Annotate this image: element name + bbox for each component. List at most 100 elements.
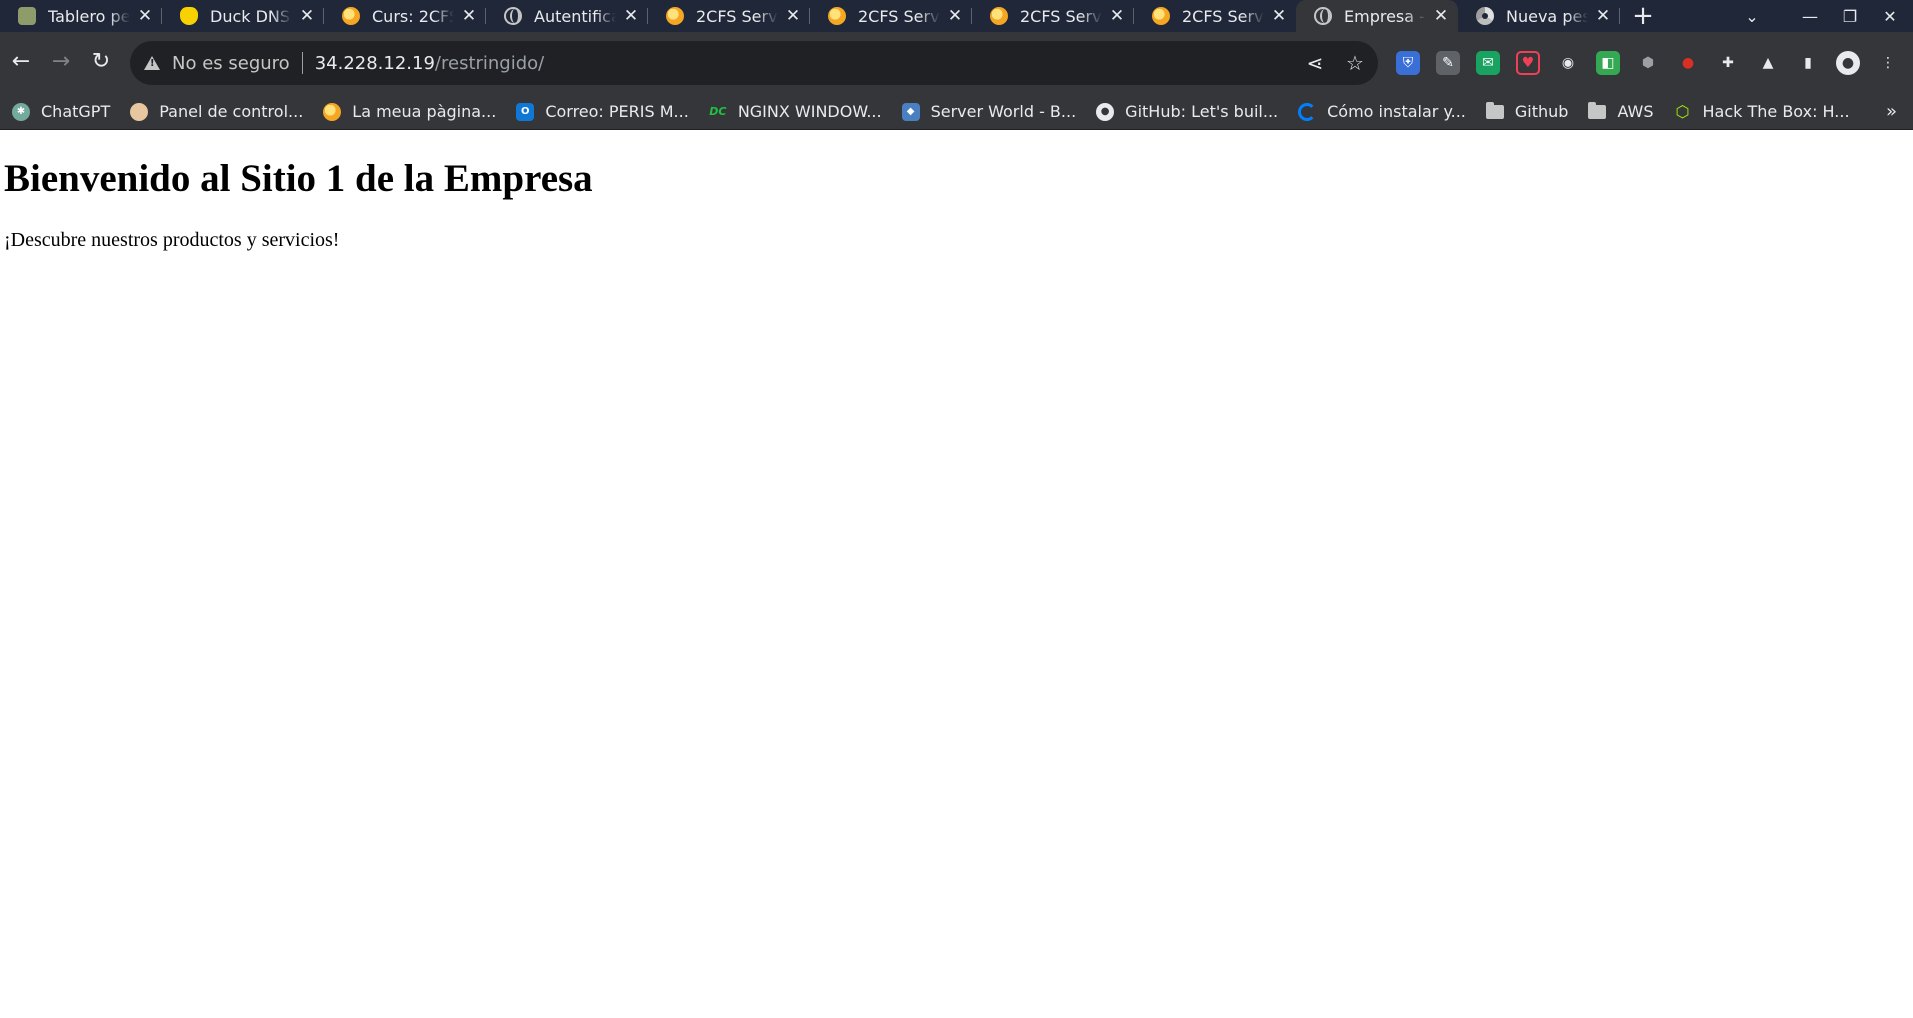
digitalocean-icon	[1298, 102, 1317, 121]
close-icon[interactable]: ✕	[298, 6, 316, 26]
tab-search-icon[interactable]: ⌄	[1732, 0, 1772, 32]
tab-strip: Tablero personal ✕ Duck DNS ✕ Curs: 2CFS…	[0, 0, 1913, 32]
extension-mail-icon[interactable]: ✉	[1476, 51, 1500, 75]
close-icon[interactable]: ✕	[946, 6, 964, 26]
close-icon[interactable]: ✕	[1108, 6, 1126, 26]
extension-pocket-icon[interactable]: ♥	[1516, 51, 1540, 75]
tab-2cfs-2[interactable]: 2CFS Servidors ✕	[810, 0, 972, 32]
tab-duckdns[interactable]: Duck DNS ✕	[162, 0, 324, 32]
bookmark-label: Hack The Box: H...	[1702, 102, 1850, 121]
moodle-icon	[342, 7, 360, 25]
bookmark-label: Server World - B...	[930, 102, 1077, 121]
bookmark-panel-control[interactable]: Panel de control...	[130, 102, 303, 121]
close-icon[interactable]: ✕	[622, 6, 640, 26]
menu-kebab-icon[interactable]: ⋮	[1876, 51, 1900, 75]
side-panel-icon[interactable]: ▮	[1796, 51, 1820, 75]
toolbar: ← → ↻ No es seguro 34.228.12.19/restring…	[0, 32, 1913, 94]
tab-2cfs-3[interactable]: 2CFS Servidors ✕	[972, 0, 1134, 32]
reload-button[interactable]: ↻	[84, 44, 118, 78]
extensions-puzzle-icon[interactable]: ✚	[1716, 51, 1740, 75]
tab-2cfs-1[interactable]: 2CFS Servidors ✕	[648, 0, 810, 32]
dc-icon: DC	[709, 105, 727, 118]
moodle-icon	[828, 7, 846, 25]
bookmark-folder-aws[interactable]: AWS	[1588, 101, 1654, 121]
url-path[interactable]: /restringido/	[435, 53, 544, 74]
moodle-icon	[990, 7, 1008, 25]
folder-icon	[1588, 101, 1607, 119]
bookmark-github[interactable]: ● GitHub: Let's buil...	[1096, 102, 1278, 121]
chatgpt-icon: ✱	[12, 102, 30, 121]
forward-button[interactable]: →	[44, 44, 78, 78]
new-tab-button[interactable]: +	[1628, 1, 1658, 31]
tab-title: Tablero personal	[48, 6, 130, 26]
bookmark-meua-pagina[interactable]: La meua pàgina...	[323, 102, 496, 121]
restore-icon[interactable]: ❐	[1830, 0, 1870, 32]
extension-bulb-icon[interactable]: ◉	[1556, 51, 1580, 75]
bookmark-label: NGINX WINDOW...	[737, 102, 882, 121]
labs-flask-icon[interactable]: ▲	[1756, 51, 1780, 75]
bookmarks-bar: ✱ ChatGPT Panel de control... La meua pà…	[0, 94, 1913, 130]
bookmark-label: AWS	[1617, 102, 1654, 121]
close-window-icon[interactable]: ✕	[1870, 0, 1910, 32]
extension-green-icon[interactable]: ◧	[1596, 51, 1620, 75]
moodle-icon	[323, 102, 342, 121]
moodle-icon	[666, 7, 684, 25]
bookmark-como-instalar[interactable]: Cómo instalar y...	[1298, 102, 1466, 121]
serverworld-icon: ◆	[901, 102, 920, 121]
cow-icon	[18, 7, 36, 25]
avatar-icon	[130, 102, 149, 121]
security-label[interactable]: No es seguro	[172, 53, 290, 74]
address-bar[interactable]: No es seguro 34.228.12.19/restringido/ ⋖…	[130, 41, 1378, 85]
tab-title: Autentificació	[534, 6, 616, 26]
bookmark-label: GitHub: Let's buil...	[1125, 102, 1279, 121]
outlook-icon: O	[516, 102, 535, 121]
close-icon[interactable]: ✕	[1270, 6, 1288, 26]
close-icon[interactable]: ✕	[136, 6, 154, 26]
tab-autentificacio[interactable]: Autentificació ✕	[486, 0, 648, 32]
bookmark-label: Panel de control...	[159, 102, 304, 121]
more-bookmarks-icon[interactable]: »	[1886, 101, 1897, 122]
tab-curs[interactable]: Curs: 2CFS ✕	[324, 0, 486, 32]
htb-icon: ⬡	[1675, 102, 1690, 121]
extension-red-icon[interactable]: ●	[1676, 51, 1700, 75]
tab-empresa[interactable]: Empresa - Sitio 1 ✕	[1296, 0, 1458, 32]
bookmark-nginx[interactable]: DC NGINX WINDOW...	[709, 102, 882, 121]
share-icon[interactable]: ⋖	[1304, 51, 1326, 75]
bookmark-label: Github	[1514, 102, 1569, 121]
close-icon[interactable]: ✕	[460, 6, 478, 26]
bookmark-label: La meua pàgina...	[352, 102, 497, 121]
tab-nueva-pestana[interactable]: Nueva pestaña ✕	[1458, 0, 1620, 32]
tab-title: 2CFS Servidors	[858, 6, 940, 26]
warning-icon[interactable]	[144, 56, 160, 70]
extension-hex-icon[interactable]: ⬢	[1636, 51, 1660, 75]
tab-title: Empresa - Sitio 1	[1344, 6, 1426, 26]
bookmark-folder-github[interactable]: Github	[1485, 101, 1569, 121]
folder-icon	[1485, 101, 1504, 119]
minimize-icon[interactable]: —	[1790, 0, 1830, 32]
bookmark-label: ChatGPT	[41, 102, 111, 121]
tab-tablero[interactable]: Tablero personal ✕	[0, 0, 162, 32]
chrome-icon	[1476, 7, 1494, 25]
bookmark-hack-the-box[interactable]: ⬡ Hack The Box: H...	[1674, 102, 1850, 121]
close-icon[interactable]: ✕	[1594, 6, 1612, 26]
tab-title: Duck DNS	[210, 6, 291, 26]
tab-title: 2CFS Servidors	[1182, 6, 1264, 26]
bookmark-correo[interactable]: O Correo: PERIS M...	[516, 102, 689, 121]
bookmark-star-icon[interactable]: ☆	[1344, 51, 1366, 75]
extension-shield-icon[interactable]: ⛨	[1396, 51, 1420, 75]
close-icon[interactable]: ✕	[784, 6, 802, 26]
page-paragraph: ¡Descubre nuestros productos y servicios…	[4, 229, 340, 251]
bookmark-chatgpt[interactable]: ✱ ChatGPT	[12, 102, 110, 121]
tab-2cfs-4[interactable]: 2CFS Servidors ✕	[1134, 0, 1296, 32]
bookmark-server-world[interactable]: ◆ Server World - B...	[901, 102, 1077, 121]
back-button[interactable]: ←	[4, 44, 38, 78]
url-host[interactable]: 34.228.12.19	[315, 53, 435, 74]
bookmark-label: Cómo instalar y...	[1327, 102, 1466, 121]
page-heading: Bienvenido al Sitio 1 de la Empresa	[4, 157, 593, 200]
close-icon[interactable]: ✕	[1432, 6, 1450, 26]
moodle-icon	[1152, 7, 1170, 25]
extension-feather-icon[interactable]: ✎	[1436, 51, 1460, 75]
github-icon: ●	[1096, 102, 1115, 121]
profile-avatar-icon[interactable]: ●	[1836, 51, 1860, 75]
duck-icon	[180, 7, 198, 25]
